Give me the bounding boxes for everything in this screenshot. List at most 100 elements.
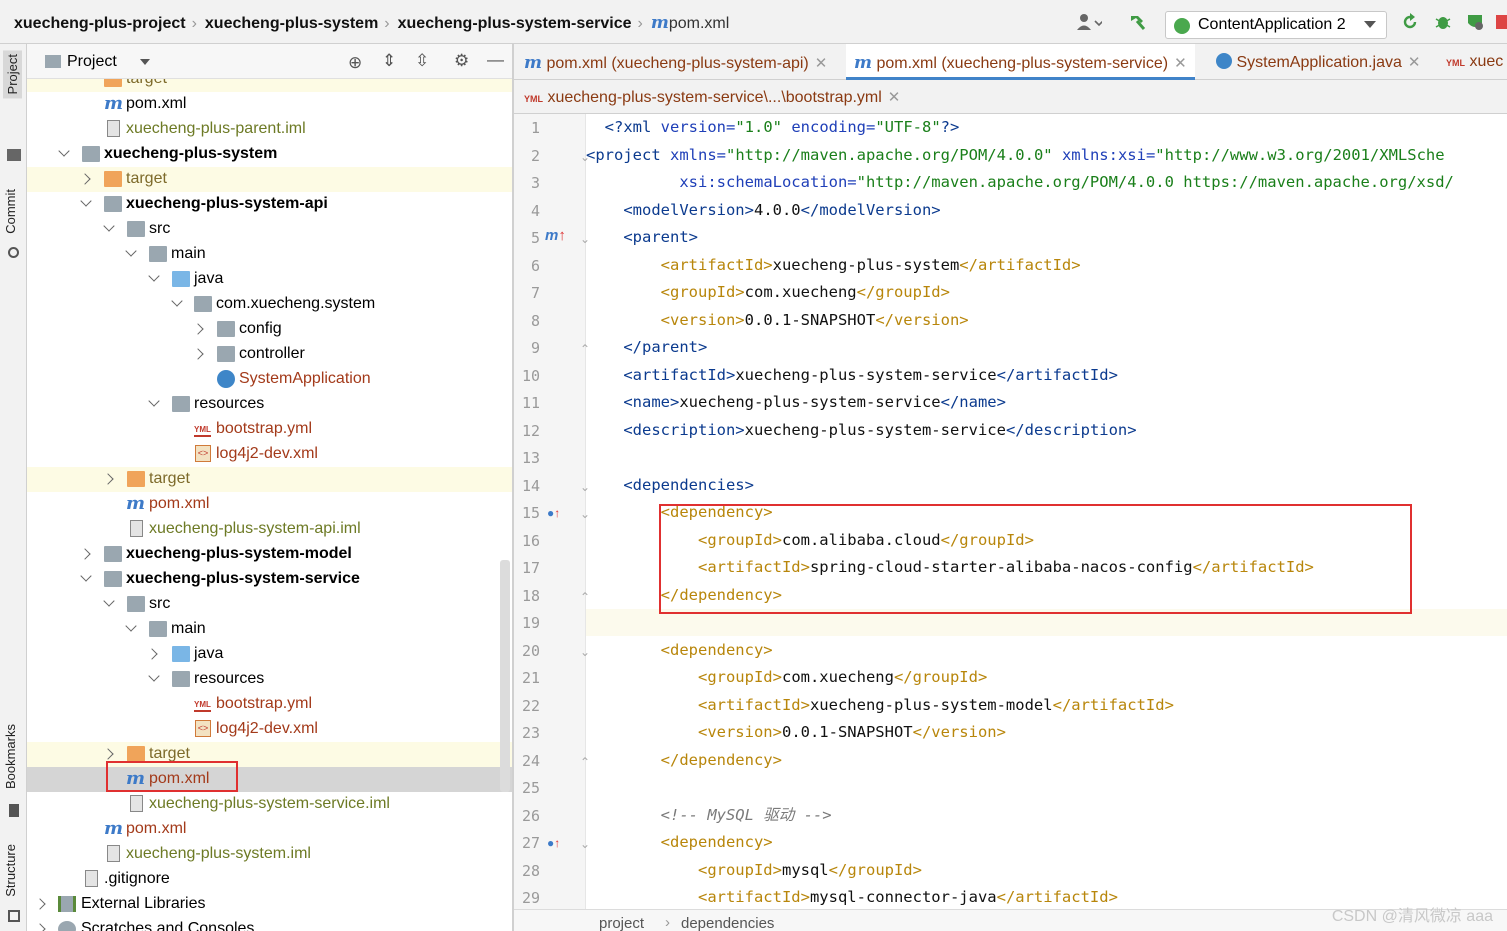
chevron-right-icon[interactable] [146, 648, 158, 660]
tree-item[interactable]: target [27, 467, 512, 492]
chevron-down-icon[interactable] [103, 220, 115, 232]
path-project[interactable]: project [599, 915, 644, 931]
close-icon[interactable]: ✕ [815, 55, 828, 72]
tree-item[interactable]: m pom.xml [27, 92, 512, 117]
dependency-override-icon[interactable]: ●↑ [547, 836, 560, 850]
tab-pom-system-service[interactable]: m pom.xml (xuecheng-plus-system-service)… [846, 44, 1195, 80]
tree-item[interactable]: Scratches and Consoles [27, 917, 512, 931]
chevron-right-icon[interactable] [34, 923, 46, 931]
tree-item[interactable]: m pom.xml [27, 817, 512, 842]
scrollbar[interactable] [500, 560, 510, 792]
chevron-down-icon[interactable] [58, 145, 70, 157]
coverage-icon[interactable] [1466, 13, 1484, 31]
breadcrumb-system[interactable]: xuecheng-plus-system [205, 15, 378, 32]
tree-item-label: resources [194, 670, 265, 687]
tool-tab-commit[interactable]: Commit [3, 189, 18, 234]
tab-overflow[interactable]: YML xuec [1446, 44, 1503, 80]
dependency-override-icon[interactable]: ●↑ [547, 506, 560, 520]
gear-icon[interactable]: ⚙ [454, 51, 469, 71]
tree-item[interactable]: External Libraries [27, 892, 512, 917]
breadcrumb-service[interactable]: xuecheng-plus-system-service [398, 15, 632, 32]
tree-item[interactable]: xuecheng-plus-system [27, 142, 512, 167]
maven-parent-icon[interactable]: m↑ [545, 227, 566, 244]
chevron-right-icon[interactable] [79, 173, 91, 185]
chevron-down-icon[interactable] [125, 245, 137, 257]
breadcrumb-file[interactable]: pom.xml [669, 15, 729, 32]
chevron-down-icon[interactable] [140, 59, 150, 65]
collapse-all-icon[interactable]: ⇳ [415, 51, 429, 71]
tool-tab-bookmarks[interactable]: Bookmarks [3, 724, 18, 789]
close-icon[interactable]: ✕ [1408, 54, 1421, 71]
tree-item[interactable]: xuecheng-plus-system-service [27, 567, 512, 592]
tree-item[interactable]: SystemApplication [27, 367, 512, 392]
editor-gutter[interactable]: 1 2 3 4 5 6 7 8 9 10 11 12 13 14 15 16 1… [514, 114, 590, 909]
tree-item-selected[interactable]: m pom.xml [27, 767, 512, 792]
tree-item[interactable]: xuecheng-plus-system-service.iml [27, 792, 512, 817]
tree-item[interactable]: YML bootstrap.yml [27, 692, 512, 717]
chevron-right-icon[interactable] [79, 548, 91, 560]
hide-icon[interactable]: — [487, 50, 504, 70]
close-icon[interactable]: ✕ [1174, 55, 1187, 72]
tool-tab-structure[interactable]: Structure [3, 844, 18, 897]
tool-tab-bookmarks-label: Bookmarks [3, 724, 18, 790]
chevron-down-icon[interactable] [148, 395, 160, 407]
tree-item[interactable]: main [27, 617, 512, 642]
debug-icon[interactable] [1434, 13, 1452, 31]
tree-item[interactable]: target [27, 167, 512, 192]
close-icon[interactable]: ✕ [888, 89, 901, 106]
bookmark-icon [9, 804, 19, 817]
path-dependencies[interactable]: dependencies [681, 915, 774, 931]
tree-item[interactable]: main [27, 242, 512, 267]
tab-system-application[interactable]: SystemApplication.java ✕ [1216, 44, 1420, 80]
chevron-right-icon[interactable] [192, 348, 204, 360]
tree-item[interactable]: xuecheng-plus-system-api.iml [27, 517, 512, 542]
expand-all-icon[interactable]: ⇕ [382, 51, 396, 71]
locate-icon[interactable]: ⊕ [348, 53, 362, 73]
tree-item[interactable]: xuecheng-plus-parent.iml [27, 117, 512, 142]
chevron-down-icon[interactable] [80, 570, 92, 582]
tree-item[interactable]: resources [27, 667, 512, 692]
tree-item[interactable]: <> log4j2-dev.xml [27, 442, 512, 467]
tree-item[interactable]: config [27, 317, 512, 342]
breadcrumb-project[interactable]: xuecheng-plus-project [14, 15, 186, 32]
line-number: 9 [530, 339, 540, 357]
tool-tab-project[interactable]: Project [3, 50, 22, 99]
tree-item[interactable]: .gitignore [27, 867, 512, 892]
tree-item[interactable]: src [27, 592, 512, 617]
user-icon[interactable] [1076, 13, 1104, 31]
more-icon[interactable] [1494, 13, 1507, 31]
rerun-icon[interactable] [1401, 13, 1419, 31]
chevron-down-icon[interactable] [148, 670, 160, 682]
tree-item[interactable]: xuecheng-plus-system.iml [27, 842, 512, 867]
project-panel-title[interactable]: Project [67, 53, 117, 71]
hammer-icon[interactable] [1128, 13, 1146, 31]
tree-item[interactable]: <> log4j2-dev.xml [27, 717, 512, 742]
tree-item[interactable]: controller [27, 342, 512, 367]
tree-item[interactable]: java [27, 642, 512, 667]
chevron-right-icon[interactable] [192, 323, 204, 335]
tree-item[interactable]: com.xuecheng.system [27, 292, 512, 317]
chevron-down-icon[interactable] [148, 270, 160, 282]
tree-item[interactable]: m pom.xml [27, 492, 512, 517]
chevron-right-icon[interactable] [34, 898, 46, 910]
chevron-right-icon[interactable] [102, 748, 114, 760]
tab-pom-system-api[interactable]: m pom.xml (xuecheng-plus-system-api) ✕ [524, 44, 827, 80]
code-token: <artifactId> [623, 366, 736, 384]
chevron-down-icon[interactable] [171, 295, 183, 307]
chevron-down-icon[interactable] [80, 195, 92, 207]
tree-item[interactable]: xuecheng-plus-system-model [27, 542, 512, 567]
tree-item[interactable]: java [27, 267, 512, 292]
tree-item[interactable]: target [27, 79, 512, 92]
tree-item[interactable]: resources [27, 392, 512, 417]
tab-bootstrap-yml[interactable]: YML xuecheng-plus-system-service\...\boo… [524, 80, 900, 114]
line-number: 8 [530, 312, 540, 330]
line-number: 19 [521, 614, 540, 632]
tree-item[interactable]: YML bootstrap.yml [27, 417, 512, 442]
tree-item[interactable]: target [27, 742, 512, 767]
chevron-down-icon[interactable] [125, 620, 137, 632]
tree-item[interactable]: xuecheng-plus-system-api [27, 192, 512, 217]
chevron-right-icon[interactable] [102, 473, 114, 485]
chevron-down-icon[interactable] [103, 595, 115, 607]
run-configuration-select[interactable]: ContentApplication 2 [1165, 11, 1387, 39]
tree-item[interactable]: src [27, 217, 512, 242]
